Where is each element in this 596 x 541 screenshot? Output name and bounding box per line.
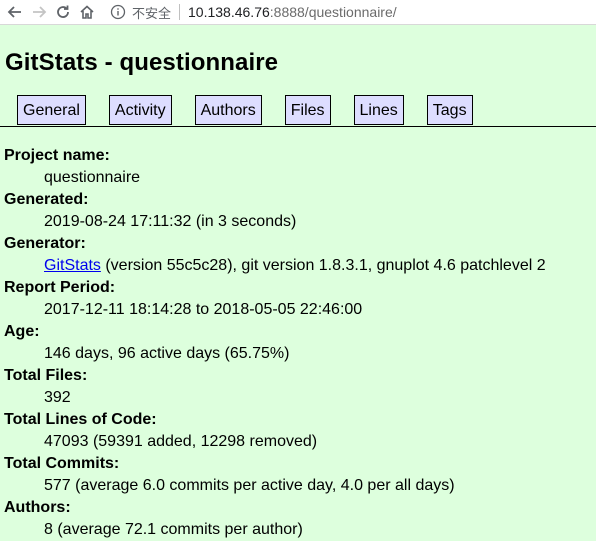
total-commits-label: Total Commits: [4, 455, 120, 472]
home-icon[interactable] [78, 3, 96, 21]
general-info-list: Project name: questionnaire Generated: 2… [4, 145, 594, 541]
generator-value: GitStats (version 55c5c28), git version … [44, 255, 594, 277]
tab-tags[interactable]: Tags [426, 95, 473, 125]
browser-toolbar: 不安全 10.138.46.76:8888/questionnaire/ [0, 0, 596, 25]
nav-tabs: General Activity Authors Files Lines Tag… [17, 95, 496, 125]
total-loc-label: Total Lines of Code: [4, 411, 157, 428]
project-name-label: Project name: [4, 147, 110, 164]
report-period-label: Report Period: [4, 279, 116, 296]
nav-divider [0, 126, 596, 127]
generator-label: Generator: [4, 235, 86, 252]
tab-authors[interactable]: Authors [194, 95, 262, 125]
tab-general[interactable]: General [17, 95, 86, 125]
authors-value: 8 (average 72.1 commits per author) [44, 521, 303, 538]
total-files-value: 392 [44, 389, 71, 406]
report-period-value: 2017-12-11 18:14:28 to 2018-05-05 22:46:… [44, 301, 363, 318]
omnibox-divider [179, 4, 181, 20]
age-label: Age: [4, 323, 40, 340]
tab-activity[interactable]: Activity [108, 95, 172, 125]
reload-icon[interactable] [54, 3, 72, 21]
security-label: 不安全 [132, 5, 172, 21]
generator-details: (version 55c5c28), git version 1.8.3.1, … [100, 257, 546, 274]
address-bar[interactable]: 不安全 10.138.46.76:8888/questionnaire/ [110, 0, 397, 24]
generated-value: 2019-08-24 17:11:32 (in 3 seconds) [44, 213, 297, 230]
url-host: 10.138.46.76 [188, 4, 270, 20]
back-arrow-icon[interactable] [6, 3, 24, 21]
total-files-label: Total Files: [4, 367, 88, 384]
url-path: :8888/questionnaire/ [269, 4, 397, 20]
info-icon[interactable] [110, 4, 126, 20]
tab-lines[interactable]: Lines [353, 95, 404, 125]
total-commits-value: 577 (average 6.0 commits per active day,… [44, 477, 455, 494]
age-value: 146 days, 96 active days (65.75%) [44, 345, 290, 362]
forward-arrow-icon[interactable] [30, 3, 48, 21]
gitstats-link[interactable]: GitStats [44, 257, 101, 274]
page-title: GitStats - questionnaire [5, 49, 279, 76]
total-loc-value: 47093 (59391 added, 12298 removed) [44, 433, 318, 450]
authors-label: Authors: [4, 499, 71, 516]
generated-label: Generated: [4, 191, 89, 208]
project-name-value: questionnaire [44, 169, 141, 186]
tab-files[interactable]: Files [284, 95, 331, 125]
